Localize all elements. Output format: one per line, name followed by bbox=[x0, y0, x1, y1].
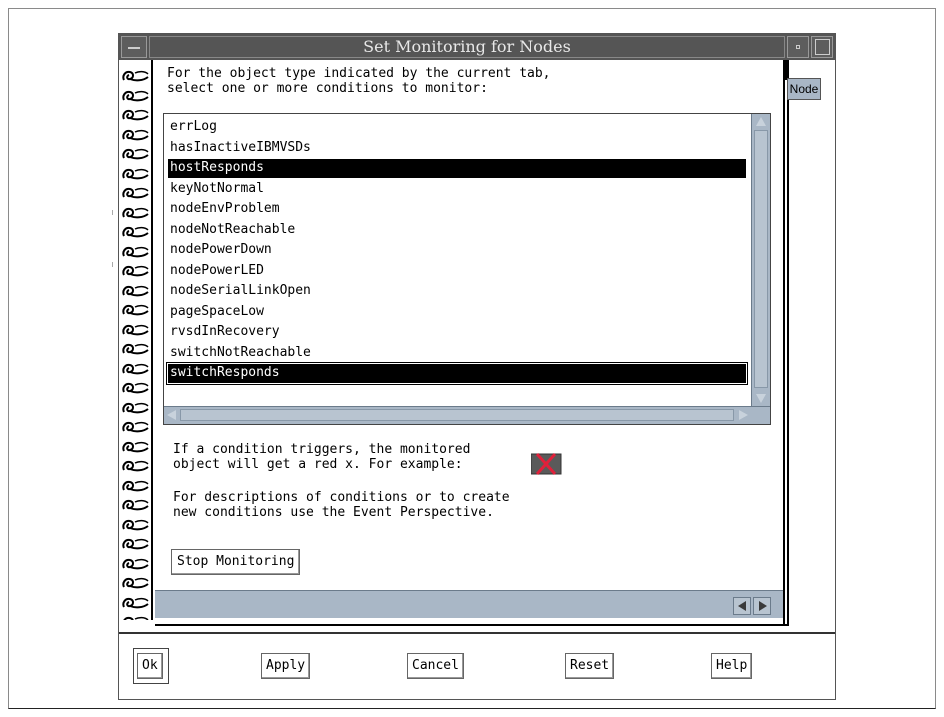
previous-page-button[interactable] bbox=[733, 597, 751, 615]
binding-ring-icon bbox=[121, 242, 151, 262]
binding-ring-icon bbox=[121, 222, 151, 242]
condition-item[interactable]: switchResponds bbox=[166, 362, 748, 385]
set-monitoring-dialog: Set Monitoring for Nodes For the object … bbox=[118, 33, 836, 700]
binding-ring-icon bbox=[121, 125, 151, 145]
red-x-icon bbox=[531, 452, 562, 476]
condition-item[interactable]: keyNotNormal bbox=[168, 180, 746, 199]
binding-ring-icon bbox=[121, 515, 151, 535]
cancel-button[interactable]: Cancel bbox=[407, 653, 464, 679]
reset-button[interactable]: Reset bbox=[565, 653, 615, 679]
tab-node[interactable]: Node bbox=[787, 78, 821, 100]
condition-item[interactable]: switchNotReachable bbox=[168, 344, 746, 363]
page-stack-bottom bbox=[155, 620, 789, 626]
binding-ring-icon bbox=[121, 66, 151, 86]
binding-ring-icon bbox=[121, 339, 151, 359]
binding-ring-icon bbox=[121, 534, 151, 554]
window-menu-button[interactable] bbox=[121, 36, 147, 58]
trigger-note: If a condition triggers, the monitored o… bbox=[173, 442, 470, 472]
binding-ring-icon bbox=[121, 320, 151, 340]
condition-item[interactable]: hasInactiveIBMVSDs bbox=[168, 139, 746, 158]
binding-ring-icon bbox=[121, 495, 151, 515]
trigger-note-line-1: If a condition triggers, the monitored bbox=[173, 442, 471, 457]
ok-button[interactable]: Ok bbox=[137, 653, 163, 679]
binding-ring-icon bbox=[121, 378, 151, 398]
binding-ring-icon bbox=[121, 437, 151, 457]
notebook-page: For the object type indicated by the cur… bbox=[155, 60, 783, 620]
margin-tick bbox=[112, 210, 113, 215]
condition-item[interactable]: pageSpaceLow bbox=[168, 303, 746, 322]
conditions-listbox[interactable]: errLog hasInactiveIBMVSDs hostResponds keyN… bbox=[163, 113, 771, 425]
condition-item[interactable]: nodeEnvProblem bbox=[168, 200, 746, 219]
binding-ring-icon bbox=[121, 144, 151, 164]
trigger-note-line-2: object will get a red x. For example: bbox=[173, 457, 463, 472]
title-bar[interactable]: Set Monitoring for Nodes bbox=[119, 34, 835, 60]
binding-ring-icon bbox=[121, 359, 151, 379]
binding-ring-icon bbox=[121, 164, 151, 184]
instructions-text: For the object type indicated by the cur… bbox=[167, 66, 551, 96]
binding-ring-icon bbox=[121, 573, 151, 593]
conditions-list[interactable]: errLog hasInactiveIBMVSDs hostResponds keyN… bbox=[166, 116, 750, 404]
binding-ring-icon bbox=[121, 183, 151, 203]
margin-tick bbox=[112, 262, 113, 267]
scroll-up-icon[interactable] bbox=[756, 117, 766, 126]
binding-ring-icon bbox=[121, 456, 151, 476]
condition-item[interactable]: nodePowerDown bbox=[168, 241, 746, 260]
next-arrow-icon bbox=[759, 601, 767, 611]
next-page-button[interactable] bbox=[753, 597, 771, 615]
condition-item[interactable]: nodeSerialLinkOpen bbox=[168, 282, 746, 301]
instructions-line-1: For the object type indicated by the cur… bbox=[167, 66, 551, 81]
window-title: Set Monitoring for Nodes bbox=[149, 36, 785, 58]
instructions-line-2: select one or more conditions to monitor… bbox=[167, 81, 488, 96]
page-footer bbox=[155, 590, 783, 618]
apply-button[interactable]: Apply bbox=[261, 653, 311, 679]
stop-monitoring-button[interactable]: Stop Monitoring bbox=[171, 549, 301, 575]
vertical-scrollbar[interactable] bbox=[751, 114, 770, 406]
binding-ring-icon bbox=[121, 203, 151, 223]
vertical-scroll-thumb[interactable] bbox=[754, 130, 768, 388]
binding-ring-icon bbox=[121, 476, 151, 496]
scroll-down-icon[interactable] bbox=[756, 394, 766, 403]
condition-item[interactable]: nodeNotReachable bbox=[168, 221, 746, 240]
window-menu-icon bbox=[128, 47, 140, 49]
description-note-line-2: new conditions use the Event Perspective… bbox=[173, 505, 494, 520]
binding-ring-icon bbox=[121, 86, 151, 106]
horizontal-scroll-thumb[interactable] bbox=[180, 409, 734, 421]
binding-ring-icon bbox=[121, 612, 151, 620]
binding-ring-icon bbox=[121, 300, 151, 320]
minimize-button[interactable] bbox=[787, 36, 809, 58]
description-note-line-1: For descriptions of conditions or to cre… bbox=[173, 490, 510, 505]
maximize-icon bbox=[815, 39, 830, 55]
minimize-icon bbox=[796, 45, 800, 49]
horizontal-scrollbar[interactable] bbox=[164, 406, 770, 424]
notebook-binding bbox=[119, 60, 153, 620]
button-area-divider bbox=[119, 632, 835, 634]
description-note: For descriptions of conditions or to cre… bbox=[173, 490, 510, 520]
page-stack-edge bbox=[783, 60, 789, 626]
condition-item[interactable]: hostResponds bbox=[168, 159, 746, 178]
binding-ring-icon bbox=[121, 554, 151, 574]
tab-connector bbox=[785, 60, 787, 80]
condition-item[interactable]: rvsdInRecovery bbox=[168, 323, 746, 342]
help-button[interactable]: Help bbox=[711, 653, 753, 679]
binding-ring-icon bbox=[121, 281, 151, 301]
condition-item[interactable]: nodePowerLED bbox=[168, 262, 746, 281]
binding-ring-icon bbox=[121, 261, 151, 281]
scroll-right-icon[interactable] bbox=[739, 410, 748, 420]
binding-ring-icon bbox=[121, 417, 151, 437]
previous-arrow-icon bbox=[738, 601, 746, 611]
maximize-button[interactable] bbox=[811, 36, 833, 58]
binding-ring-icon bbox=[121, 105, 151, 125]
binding-ring-icon bbox=[121, 398, 151, 418]
binding-ring-icon bbox=[121, 593, 151, 613]
condition-item[interactable]: errLog bbox=[168, 118, 746, 137]
scroll-left-icon[interactable] bbox=[167, 410, 176, 420]
